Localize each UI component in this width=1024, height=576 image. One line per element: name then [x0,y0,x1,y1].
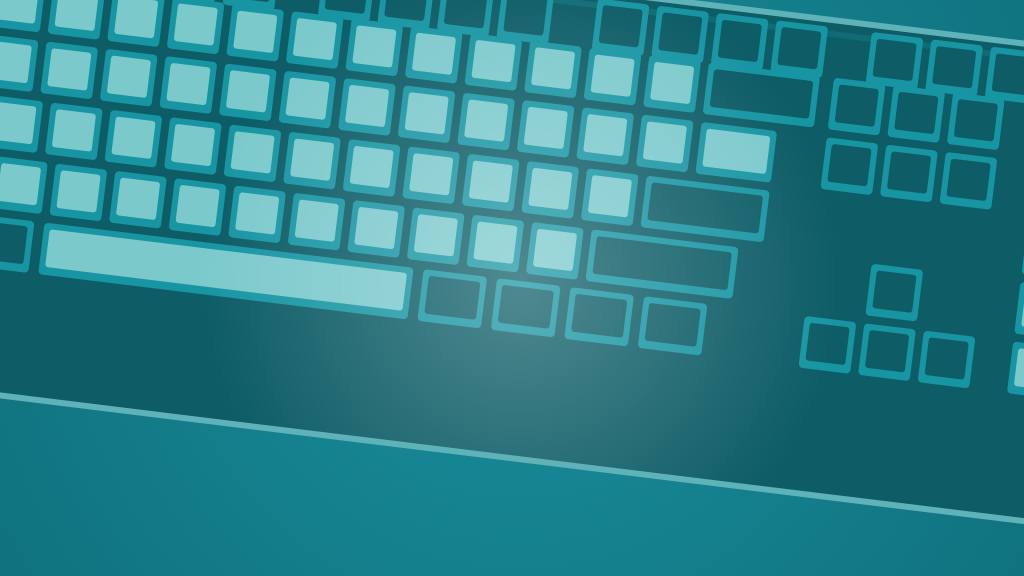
keyboard-scene [0,0,1024,576]
keyboard-illustration [0,0,1024,576]
